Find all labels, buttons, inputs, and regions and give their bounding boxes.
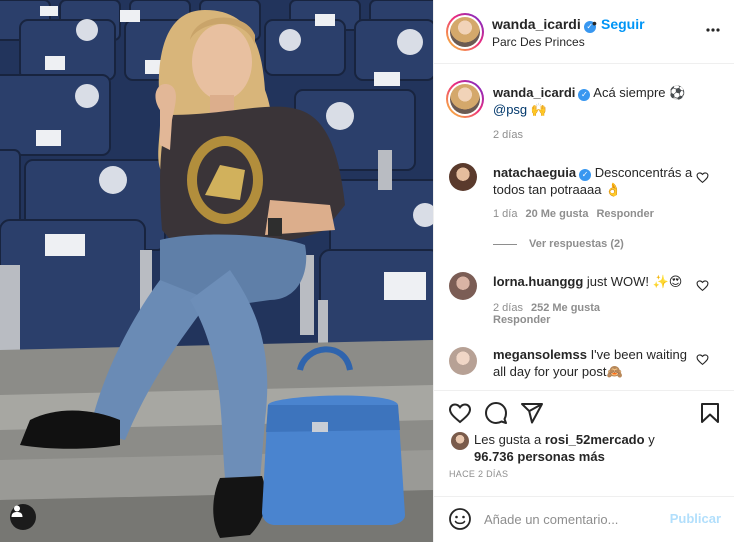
caption-text: wanda_icardi ✓ Acá siempre ⚽ @psg 🙌 bbox=[493, 84, 713, 118]
publish-button[interactable]: Publicar bbox=[670, 511, 721, 526]
comment-time[interactable]: 1 día bbox=[493, 208, 517, 220]
comments-list[interactable]: wanda_icardi ✓ Acá siempre ⚽ @psg 🙌 2 día… bbox=[434, 65, 734, 390]
user-tag-icon[interactable] bbox=[10, 504, 36, 530]
comment-text: megansolemss I've been waiting all day f… bbox=[493, 346, 693, 380]
likes-prefix: Les gusta a bbox=[474, 432, 542, 447]
comment-time[interactable]: 2 días bbox=[493, 302, 523, 314]
caption-emoji: 🙌 bbox=[530, 102, 547, 117]
comment-icon[interactable] bbox=[484, 401, 508, 425]
photo-illustration bbox=[0, 0, 433, 542]
avatar[interactable] bbox=[449, 347, 477, 375]
post-sidebar: wanda_icardi ✓ • Seguir Parc Des Princes … bbox=[433, 0, 734, 542]
follow-button[interactable]: Seguir bbox=[601, 16, 645, 32]
more-icon[interactable] bbox=[705, 22, 721, 38]
caption-time[interactable]: 2 días bbox=[493, 129, 523, 141]
likes-joiner: y bbox=[648, 432, 655, 447]
avatar[interactable] bbox=[446, 13, 484, 51]
comment-meta: 1 día 20 Me gusta Responder bbox=[493, 208, 654, 221]
caption-body: Acá siempre ⚽ bbox=[593, 85, 686, 100]
verified-icon: ✓ bbox=[579, 169, 592, 181]
emoji-icon[interactable] bbox=[448, 507, 472, 531]
comment-username[interactable]: lorna.huanggg bbox=[493, 274, 583, 289]
comment-username[interactable]: natachaeguia bbox=[493, 165, 576, 180]
comment-input[interactable] bbox=[484, 509, 654, 529]
comment-meta-reply: Responder bbox=[493, 314, 550, 327]
heart-icon[interactable] bbox=[696, 171, 709, 184]
avatar[interactable] bbox=[446, 80, 484, 118]
reply-button[interactable]: Responder bbox=[596, 208, 653, 220]
view-replies-button[interactable]: Ver respuestas (2) bbox=[493, 238, 624, 250]
heart-icon[interactable] bbox=[696, 353, 709, 366]
heart-icon[interactable] bbox=[696, 279, 709, 292]
post-photo[interactable] bbox=[0, 0, 433, 542]
avatar[interactable] bbox=[449, 163, 477, 191]
share-icon[interactable] bbox=[520, 401, 544, 425]
likes-user-link[interactable]: rosi_52mercado bbox=[545, 432, 645, 447]
avatar[interactable] bbox=[451, 432, 469, 450]
author-username[interactable]: wanda_icardi ✓ bbox=[492, 16, 596, 33]
caption-username[interactable]: wanda_icardi bbox=[493, 85, 575, 100]
comment-body: just WOW! ✨😍 bbox=[586, 274, 683, 289]
heart-icon[interactable] bbox=[448, 401, 472, 425]
comment-text: lorna.huanggg just WOW! ✨😍 bbox=[493, 273, 693, 290]
reply-button[interactable]: Responder bbox=[493, 314, 550, 326]
location-link[interactable]: Parc Des Princes bbox=[492, 35, 585, 49]
verified-icon: ✓ bbox=[578, 89, 591, 101]
likes-count-link[interactable]: 96.736 personas más bbox=[474, 449, 605, 464]
post-time[interactable]: HACE 2 DÍAS bbox=[449, 469, 508, 479]
comment-composer: Publicar bbox=[434, 496, 734, 542]
separator-dot: • bbox=[592, 15, 597, 31]
comment-text: natachaeguia ✓ Desconcentrás a todos tan … bbox=[493, 164, 693, 198]
likes-summary: Les gusta a rosi_52mercado y 96.736 pers… bbox=[474, 431, 724, 465]
avatar[interactable] bbox=[449, 272, 477, 300]
comment-username[interactable]: megansolemss bbox=[493, 347, 587, 362]
post-actions: Les gusta a rosi_52mercado y 96.736 pers… bbox=[434, 390, 734, 496]
comment-likes[interactable]: 20 Me gusta bbox=[525, 208, 588, 220]
bookmark-icon[interactable] bbox=[698, 401, 722, 425]
comment-likes[interactable]: 252 Me gusta bbox=[531, 302, 600, 314]
caption-mention[interactable]: @psg bbox=[493, 102, 527, 117]
post-header: wanda_icardi ✓ • Seguir Parc Des Princes bbox=[434, 0, 734, 64]
